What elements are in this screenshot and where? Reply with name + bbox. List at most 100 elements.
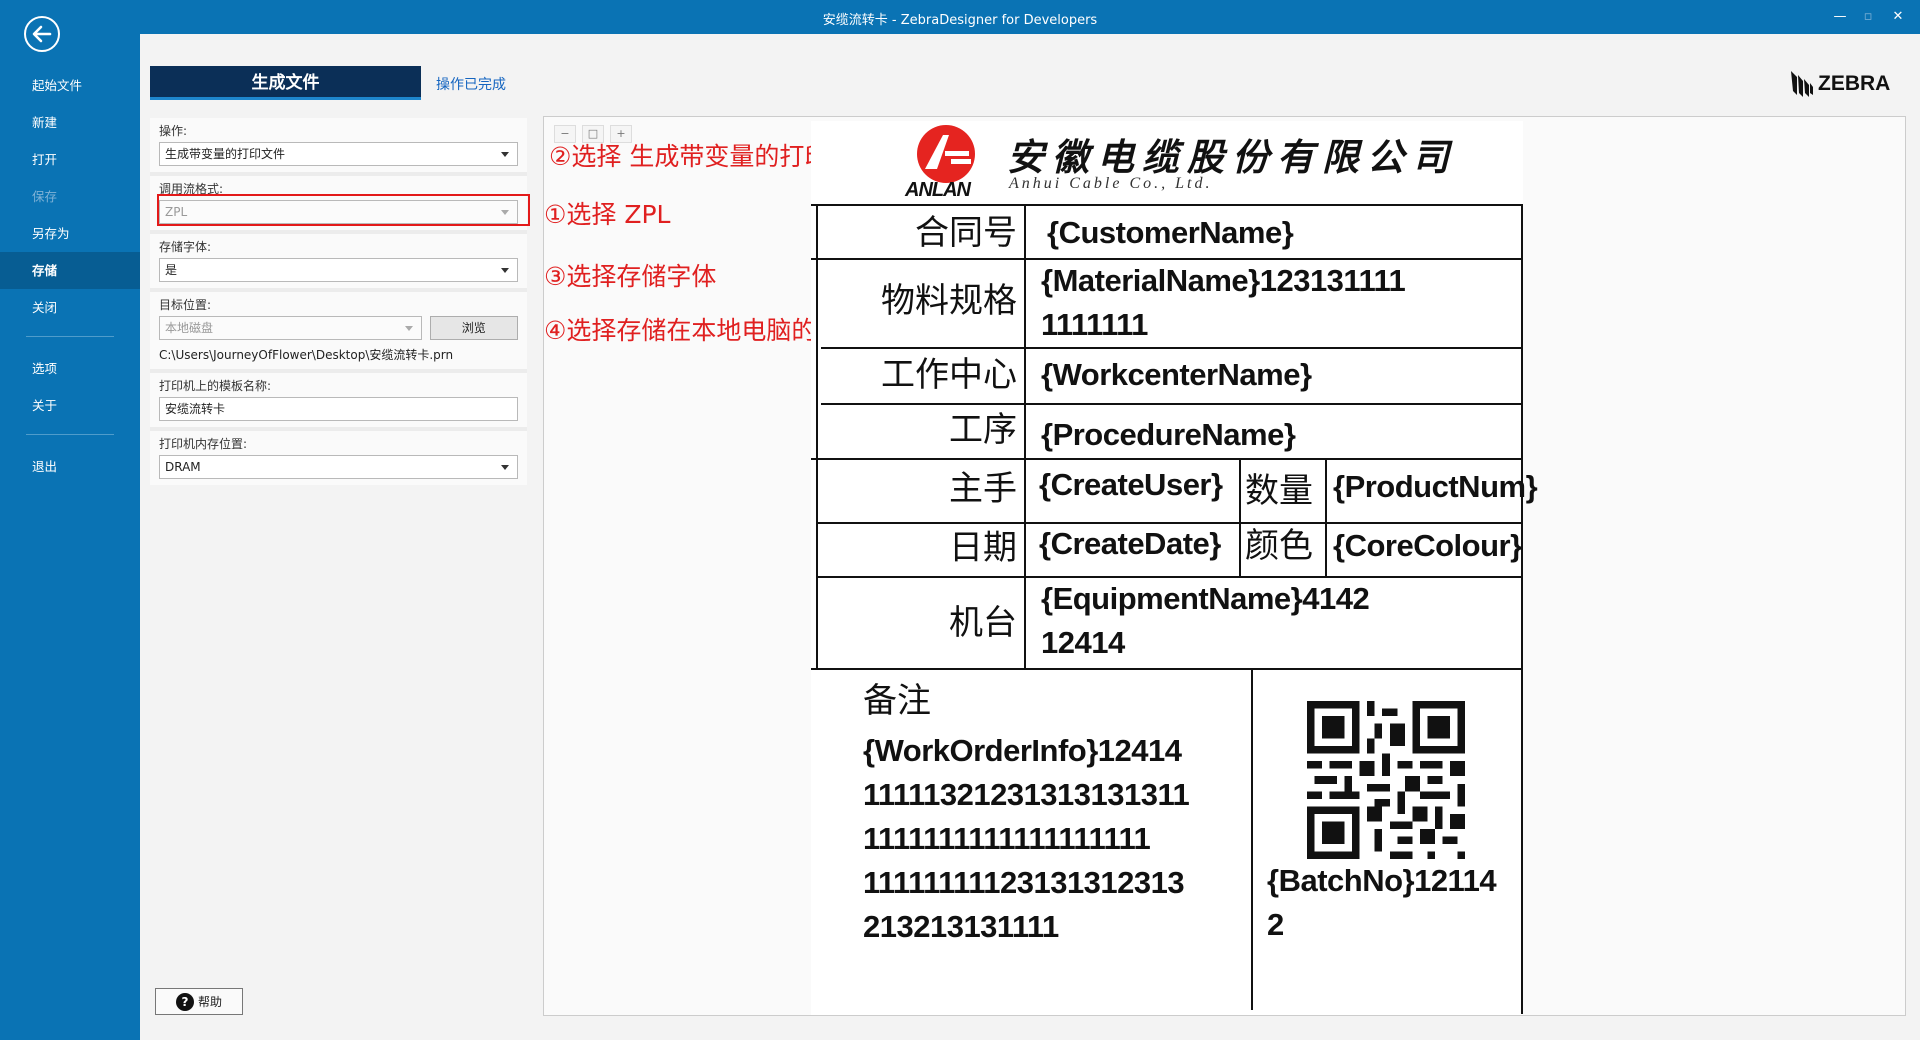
store-fonts-select[interactable]: 是 [159,258,518,282]
annotation-step1: ①选择 ZPL [544,200,671,229]
label-line [811,458,1523,460]
label-line [821,347,1523,349]
label-preview: − □ + ②选择 生成带变量的打印文件 ①选择 ZPL ③选择存储字体 ④选择… [543,116,1906,1016]
sidebar-divider [26,434,114,435]
remark-line: 1111111111111111111 [863,821,1151,856]
label-line [1251,670,1253,1010]
settings-panel: 操作: 生成带变量的打印文件 调用流格式: ZPL 存储字体: 是 目标位置: [150,118,527,485]
sidebar-divider [26,336,114,337]
contract-value: {CustomerName} [1047,215,1294,250]
sidebar-item-new[interactable]: 新建 [0,104,140,141]
chevron-down-icon [501,268,509,273]
sidebar-item-save[interactable]: 保存 [0,178,140,215]
memory-group: 打印机内存位置: DRAM [150,427,527,485]
remark-label: 备注 [863,681,931,721]
chevron-down-icon [501,152,509,157]
sidebar-item-close[interactable]: 关闭 [0,289,140,326]
machine-label: 机台 [949,603,1017,643]
remark-line: 111111111231313123​13 [863,865,1185,900]
qty-label: 数量 [1245,471,1313,511]
material-label: 物料规格 [881,281,1017,321]
label-line [811,258,1523,260]
remark-line: {WorkOrderInfo}12414 [863,733,1182,768]
color-label: 颜色 [1245,526,1313,566]
store-fonts-label: 存储字体: [159,240,212,254]
sidebar-item-open[interactable]: 打开 [0,141,140,178]
date-label: 日期 [949,528,1017,568]
browse-button[interactable]: 浏览 [429,316,518,340]
annotation-step3: ③选择存储字体 [544,262,717,291]
chevron-down-icon [501,465,509,470]
sidebar-item-start-file[interactable]: 起始文件 [0,67,140,104]
remark-line: 213213131111 [863,909,1059,944]
memory-label: 打印机内存位置: [159,437,248,451]
sidebar-nav: 起始文件 新建 打开 保存 另存为 存储 关闭 选项 关于 退出 [0,67,140,485]
operation-group: 操作: 生成带变量的打印文件 [150,118,527,172]
target-label: 目标位置: [159,298,212,312]
machine-value-2: 12414 [1041,625,1125,660]
zebra-brand-text: ZEBRA [1818,72,1891,95]
label-line [811,204,1523,206]
sidebar-item-exit[interactable]: 退出 [0,448,140,485]
qr-code-icon [1307,701,1465,859]
question-icon: ? [176,992,194,1011]
target-path: C:\Users\JourneyOfFlower\Desktop\安缆流转卡.p… [159,348,454,362]
sidebar: 起始文件 新建 打开 保存 另存为 存储 关闭 选项 关于 退出 [0,0,140,1040]
label-canvas: ANLAN 安徽电缆股份有限公司 Anhui Cable Co., Ltd. 合… [811,121,1538,1015]
logo-text: ANLAN [905,179,971,201]
zebra-head-icon [1791,71,1813,97]
label-line [1024,206,1026,670]
main-area: 生成文件 操作已完成 ZEBRA 操作: 生成带变量的打印文件 调用流格式: Z… [140,34,1920,1040]
label-line [1521,206,1523,1014]
procedure-label: 工序 [949,410,1017,450]
material-value-1: {MaterialName}123131111 [1041,263,1406,298]
zebra-logo: ZEBRA [1788,69,1890,99]
template-name-input[interactable]: 安缆流转卡 [159,397,518,421]
chevron-down-icon [404,326,413,331]
target-group: 目标位置: 本地磁盘 浏览 C:\Users\JourneyOfFlower\D… [150,288,527,369]
template-name-group: 打印机上的模板名称: 安缆流转卡 [150,369,527,427]
remark-line: 111113212313131313​11 [863,777,1190,812]
operator-label: 主手 [949,469,1017,509]
workcenter-value: {WorkcenterName} [1041,357,1312,392]
material-value-2: 1111111 [1041,307,1148,342]
operation-select[interactable]: 生成带变量的打印文件 [159,142,518,166]
label-line [1239,458,1241,576]
back-button[interactable] [24,16,60,52]
memory-select[interactable]: DRAM [159,455,518,479]
workcenter-label: 工作中心 [881,355,1017,395]
sidebar-item-save-as[interactable]: 另存为 [0,215,140,252]
generate-file-button[interactable]: 生成文件 [150,66,421,100]
label-line [811,668,1523,670]
arrow-left-icon [32,25,52,43]
batch-value-2: 2 [1267,907,1284,942]
store-fonts-group: 存储字体: 是 [150,230,527,288]
contract-label: 合同号 [915,213,1017,253]
machine-value-1: {EquipmentName}4142 [1041,581,1370,616]
close-button[interactable]: ✕ [1886,6,1910,28]
operation-label: 操作: [159,124,188,138]
batch-value-1: {BatchNo}12114 [1267,863,1497,898]
company-name-cn: 安徽电缆股份有限公司 [1007,135,1457,179]
restore-button[interactable]: ▫ [1856,6,1880,28]
date-value: {CreateDate} [1039,526,1221,561]
minimize-button[interactable]: — [1828,6,1852,28]
qty-value: {ProductNum} [1333,469,1538,504]
help-button[interactable]: ? 帮助 [155,988,243,1015]
company-name-en: Anhui Cable Co., Ltd. [1009,175,1213,192]
procedure-value: {ProcedureName} [1041,417,1296,452]
window-title: 安缆流转卡 - ZebraDesigner for Developers [822,13,1098,28]
status-text: 操作已完成 [436,77,506,93]
color-value: {CoreColour} [1333,528,1522,563]
label-line [1325,458,1327,576]
label-line [816,576,1523,578]
label-line [821,403,1523,405]
highlight-box [157,194,530,226]
anlan-logo-icon [917,125,975,183]
sidebar-item-store[interactable]: 存储 [0,252,140,289]
target-select[interactable]: 本地磁盘 [159,316,422,340]
label-line [816,206,818,670]
sidebar-item-options[interactable]: 选项 [0,350,140,387]
template-name-label: 打印机上的模板名称: [159,379,272,393]
sidebar-item-about[interactable]: 关于 [0,387,140,424]
